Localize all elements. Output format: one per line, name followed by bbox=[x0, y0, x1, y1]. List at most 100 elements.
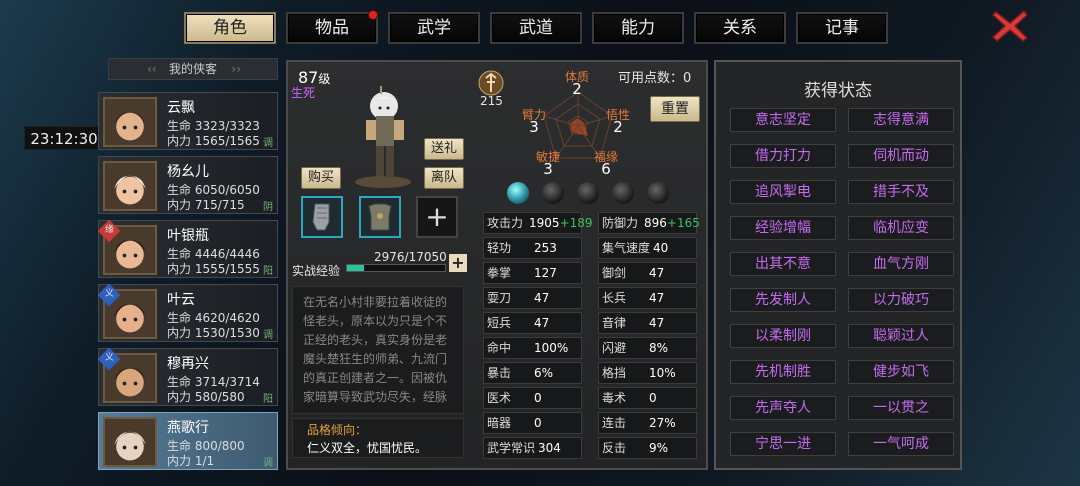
meridian-orb[interactable] bbox=[577, 182, 599, 204]
attribute-number: 127 bbox=[534, 266, 557, 280]
character-list-item[interactable]: 杨幺儿 生命 6050/6050 内力 715/715 阴 bbox=[98, 156, 278, 214]
attribute-name: 反击 bbox=[602, 441, 627, 455]
status-item[interactable]: 经验增幅 bbox=[730, 216, 836, 240]
equip-slot-empty[interactable]: + bbox=[416, 196, 458, 238]
attribute-name: 防御力 bbox=[602, 216, 639, 230]
meridian-orb-active[interactable] bbox=[507, 182, 529, 204]
exp-add-button[interactable]: + bbox=[449, 254, 467, 272]
status-item[interactable]: 追风掣电 bbox=[730, 180, 836, 204]
status-item[interactable]: 先发制人 bbox=[730, 288, 836, 312]
tab-6[interactable]: 记事 bbox=[796, 12, 888, 44]
attribute-number: 304 bbox=[538, 441, 561, 455]
attribute-cell: 短兵 47 bbox=[483, 312, 582, 334]
tab-5[interactable]: 关系 bbox=[694, 12, 786, 44]
available-points: 可用点数：0 bbox=[618, 67, 691, 86]
tab-label: 能力 bbox=[621, 18, 655, 38]
status-item[interactable]: 聪颖过人 bbox=[848, 324, 954, 348]
meridian-orb[interactable] bbox=[542, 182, 564, 204]
status-item[interactable]: 宁思一进 bbox=[730, 432, 836, 456]
character-list-item[interactable]: 燕歌行 生命 800/800 内力 1/1 调 bbox=[98, 412, 278, 470]
relation-badge-label: 缘 bbox=[105, 225, 115, 236]
character-list-item[interactable]: 穆再兴 生命 3714/3714 内力 580/580 阳义 bbox=[97, 347, 278, 406]
attribute-value: 40 bbox=[647, 238, 696, 258]
available-points-label: 可用点数： bbox=[618, 71, 684, 86]
attribute-bonus: +165 bbox=[666, 216, 700, 230]
attribute-row: 攻击力 1905+189 防御力 896+165 bbox=[483, 212, 713, 237]
attribute-row: 暴击 6% 格挡 10% bbox=[483, 362, 713, 387]
equip-slot-gloves[interactable] bbox=[301, 196, 343, 238]
status-item[interactable]: 志得意满 bbox=[848, 108, 954, 132]
attribute-cell: 攻击力 1905+189 bbox=[483, 212, 593, 234]
stat-value-constitution: 2 bbox=[572, 80, 582, 98]
buy-button[interactable]: 购买 bbox=[301, 167, 342, 189]
attribute-number: 8% bbox=[649, 341, 669, 355]
status-item[interactable]: 先声夺人 bbox=[730, 396, 836, 420]
attribute-cell: 拳掌 127 bbox=[483, 262, 582, 284]
attribute-value: 47 bbox=[643, 263, 696, 283]
chevron-right-icon[interactable]: ›› bbox=[231, 59, 241, 79]
attribute-value: 896+165 bbox=[638, 213, 700, 233]
chevron-left-icon[interactable]: ‹‹ bbox=[147, 59, 157, 79]
attribute-number: 100% bbox=[534, 341, 569, 355]
attribute-name: 暴击 bbox=[487, 366, 512, 380]
attribute-cell: 轻功 253 bbox=[483, 237, 582, 259]
status-item[interactable]: 先机制胜 bbox=[730, 360, 836, 384]
status-item[interactable]: 措手不及 bbox=[848, 180, 954, 204]
meridian-orb[interactable] bbox=[647, 182, 669, 204]
character-name: 燕歌行 bbox=[167, 420, 209, 436]
attribute-cell: 命中 100% bbox=[483, 337, 582, 359]
status-item[interactable]: 临机应变 bbox=[848, 216, 954, 240]
attribute-value: 253 bbox=[528, 238, 581, 258]
attribute-value: 47 bbox=[643, 313, 696, 333]
close-button[interactable] bbox=[990, 8, 1030, 44]
character-list-item[interactable]: 叶银瓶 生命 4446/4446 内力 1555/1555 阳缘 bbox=[97, 219, 278, 278]
stat-value-comprehension: 2 bbox=[613, 118, 623, 136]
status-item[interactable]: 出其不意 bbox=[730, 252, 836, 276]
avatar bbox=[103, 161, 157, 211]
status-item[interactable]: 一以贯之 bbox=[848, 396, 954, 420]
status-item[interactable]: 意志坚定 bbox=[730, 108, 836, 132]
exp-bar-fill bbox=[347, 265, 365, 271]
equip-slot-armor[interactable] bbox=[359, 196, 401, 238]
status-item[interactable]: 血气方刚 bbox=[848, 252, 954, 276]
attribute-value: 47 bbox=[528, 313, 581, 333]
attribute-row: 拳掌 127 御剑 47 bbox=[483, 262, 713, 287]
character-list-item[interactable]: 云飘 生命 3323/3323 内力 1565/1565 调 bbox=[98, 92, 278, 150]
status-item[interactable]: 健步如飞 bbox=[848, 360, 954, 384]
leave-party-button[interactable]: 离队 bbox=[424, 167, 465, 189]
tab-4[interactable]: 能力 bbox=[592, 12, 684, 44]
attribute-number: 40 bbox=[653, 241, 669, 255]
stat-value-strength: 3 bbox=[529, 118, 539, 136]
tab-2[interactable]: 武学 bbox=[388, 12, 480, 44]
character-list-item[interactable]: 叶云 生命 4620/4620 内力 1530/1530 调义 bbox=[97, 283, 278, 342]
attribute-name: 命中 bbox=[487, 341, 512, 355]
attribute-table: 攻击力 1905+189 防御力 896+165 轻功 253 集气速度 40 拳掌 127 御剑 4… bbox=[483, 212, 713, 462]
status-item[interactable]: 以柔制刚 bbox=[730, 324, 836, 348]
status-item[interactable]: 以力破巧 bbox=[848, 288, 954, 312]
gauntlet-icon bbox=[312, 203, 330, 231]
status-item[interactable]: 借力打力 bbox=[730, 144, 836, 168]
tab-3[interactable]: 武道 bbox=[490, 12, 582, 44]
meridian-orb[interactable] bbox=[612, 182, 634, 204]
attribute-name: 轻功 bbox=[487, 241, 512, 255]
character-name: 杨幺儿 bbox=[167, 164, 209, 180]
relation-badge-label: 义 bbox=[105, 353, 115, 364]
status-item[interactable]: 伺机而动 bbox=[848, 144, 954, 168]
trait-text: 仁义双全，忧国忧民。 bbox=[307, 441, 428, 455]
attribute-row: 短兵 47 音律 47 bbox=[483, 312, 713, 337]
reset-button[interactable]: 重置 bbox=[650, 96, 700, 122]
avatar bbox=[103, 417, 157, 467]
attribute-cell: 御剑 47 bbox=[598, 262, 697, 284]
attribute-cell: 耍刀 47 bbox=[483, 287, 582, 309]
status-item[interactable]: 一气呵成 bbox=[848, 432, 954, 456]
gift-button[interactable]: 送礼 bbox=[424, 138, 465, 160]
power-value: 215 bbox=[480, 94, 503, 108]
attribute-bonus: +189 bbox=[559, 216, 593, 230]
tab-label: 角色 bbox=[213, 18, 247, 38]
attribute-cell: 音律 47 bbox=[598, 312, 697, 334]
tab-0[interactable]: 角色 bbox=[184, 12, 276, 44]
attribute-value: 47 bbox=[643, 288, 696, 308]
tab-1[interactable]: 物品 bbox=[286, 10, 378, 44]
attribute-value: 304 bbox=[532, 438, 581, 458]
tab-label: 武学 bbox=[417, 18, 451, 38]
